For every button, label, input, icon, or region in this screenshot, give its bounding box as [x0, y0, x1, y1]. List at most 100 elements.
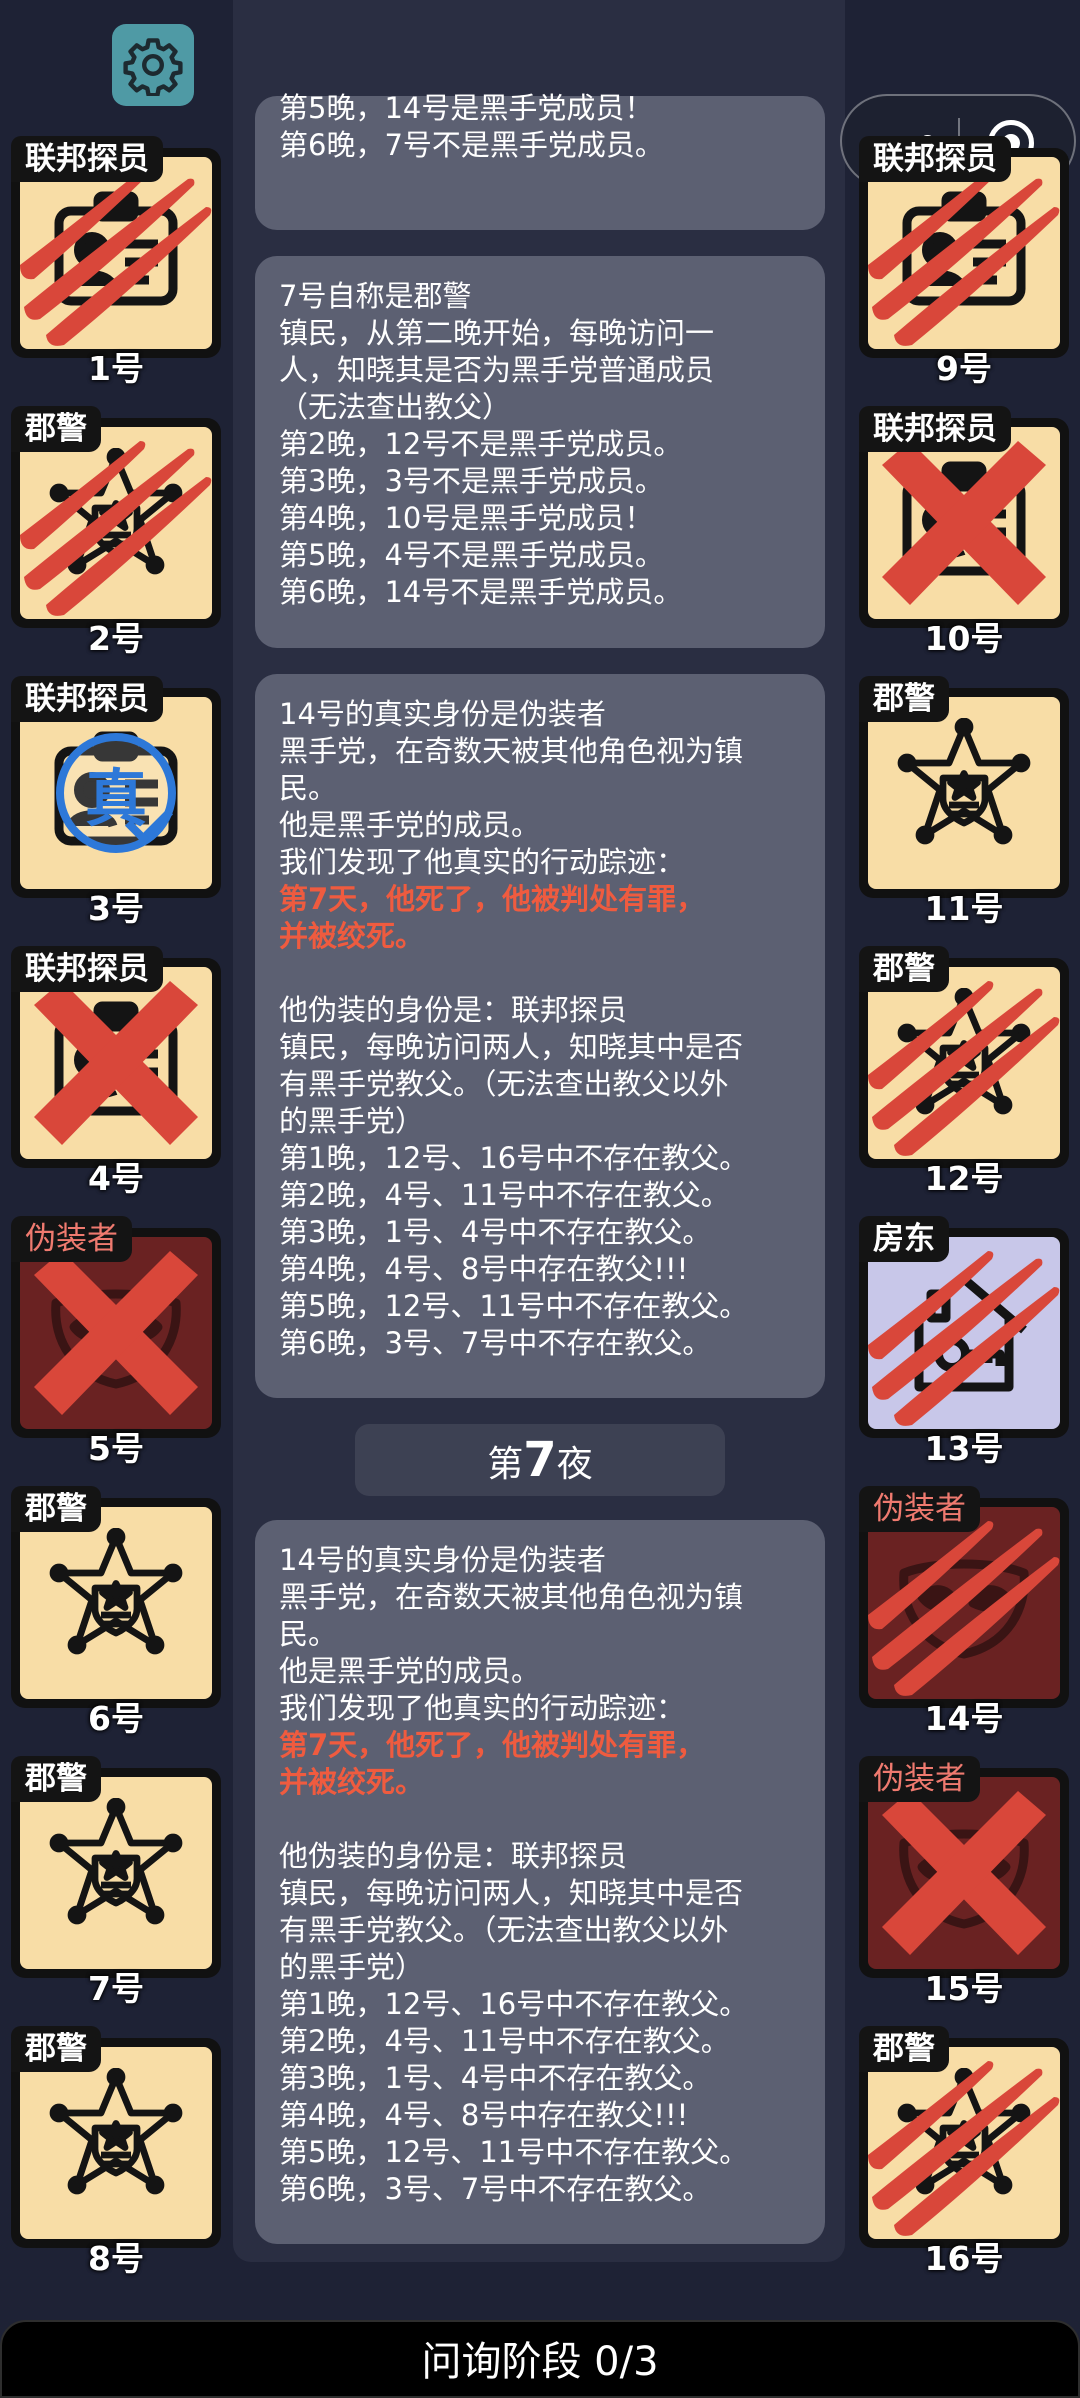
- claw-slash-mark: [868, 1521, 1060, 1696]
- player-portrait: [20, 967, 212, 1159]
- player-portrait: [868, 967, 1060, 1159]
- role-label: 郡警: [859, 2026, 949, 2072]
- player-card[interactable]: 伪装者 14号: [859, 1486, 1069, 1738]
- player-portrait: [20, 1237, 212, 1429]
- log-line: 黑手党，在奇数天被其他角色视为镇: [279, 1580, 744, 1614]
- player-portrait: [20, 1507, 212, 1699]
- log-line: 第6晚，3号、7号中不存在教父。: [279, 2172, 712, 2206]
- log-line: 他伪装的身份是：联邦探员: [279, 1839, 628, 1873]
- log-line: 他是黑手党的成员。: [279, 1654, 541, 1688]
- player-card[interactable]: 房东 13号: [859, 1216, 1069, 1468]
- log-entry-reveal: 14号的真实身份是伪装者 黑手党，在奇数天被其他角色视为镇 民。 他是黑手党的成员。我…: [255, 1520, 825, 2244]
- player-card[interactable]: 郡警 12号: [859, 946, 1069, 1198]
- log-line: 民。: [279, 771, 338, 805]
- player-number: 5号: [88, 1429, 144, 1468]
- player-card[interactable]: 郡警 8号: [11, 2026, 221, 2278]
- player-number: 9号: [936, 349, 992, 388]
- player-number: 3号: [88, 889, 144, 928]
- role-label: 郡警: [11, 1486, 101, 1532]
- player-number: 16号: [924, 2239, 1004, 2278]
- role-label: 伪装者: [859, 1486, 980, 1532]
- player-card[interactable]: 真 联邦探员 3号: [11, 676, 221, 928]
- log-line: 第4晚，4号、8号中存在教父!!!: [279, 2098, 689, 2132]
- dead-x-mark: [34, 981, 198, 1145]
- log-line: 人，知晓其是否为黑手党普通成员: [279, 353, 715, 387]
- log-line: 第5晚，12号、11号中不存在教父。: [279, 1289, 749, 1323]
- player-card[interactable]: 郡警 2号: [11, 406, 221, 658]
- role-label: 联邦探员: [11, 676, 163, 722]
- verified-stamp: 真: [56, 733, 176, 853]
- player-number: 14号: [924, 1699, 1004, 1738]
- log-line: 第3晚，3号不是黑手党成员。: [279, 464, 664, 498]
- player-card[interactable]: 联邦探员 9号: [859, 136, 1069, 388]
- player-card[interactable]: 郡警 16号: [859, 2026, 1069, 2278]
- player-number: 12号: [924, 1159, 1004, 1198]
- player-card[interactable]: 联邦探员 4号: [11, 946, 221, 1198]
- night-divider: 第7夜: [355, 1424, 725, 1496]
- sheriff-star-icon: [889, 717, 1039, 868]
- log-line: 第2晚，4号、11号中不存在教父。: [279, 2024, 730, 2058]
- log-line: 他伪装的身份是：联邦探员: [279, 993, 628, 1027]
- player-portrait: [20, 427, 212, 619]
- log-line: 他是黑手党的成员。: [279, 808, 541, 842]
- log-line: 有黑手党教父。（无法查出教父以外: [279, 1067, 729, 1101]
- claw-slash-mark: [868, 2061, 1060, 2236]
- sheriff-star-icon: [41, 2067, 191, 2218]
- player-portrait: [20, 2047, 212, 2239]
- dead-x-mark: [882, 441, 1046, 605]
- settings-button[interactable]: [112, 24, 194, 106]
- sheriff-star-icon: [41, 1797, 191, 1948]
- night-prefix: 第: [487, 1444, 524, 1485]
- player-card[interactable]: 伪装者 5号: [11, 1216, 221, 1468]
- log-line: 第5晚，4号不是黑手党成员。: [279, 538, 664, 572]
- phase-bar[interactable]: 问询阶段 0/3: [0, 2320, 1080, 2398]
- player-number: 11号: [924, 889, 1004, 928]
- player-portrait: [868, 1777, 1060, 1969]
- role-label: 房东: [859, 1216, 949, 1262]
- player-card[interactable]: 郡警 6号: [11, 1486, 221, 1738]
- player-portrait: [20, 157, 212, 349]
- log-line: 我们发现了他真实的行动踪迹：: [279, 845, 686, 879]
- phase-label: 问询阶段 0/3: [421, 2339, 659, 2385]
- player-card[interactable]: 联邦探员 10号: [859, 406, 1069, 658]
- role-label: 联邦探员: [11, 946, 163, 992]
- role-label: 伪装者: [11, 1216, 132, 1262]
- role-label: 联邦探员: [11, 136, 163, 182]
- role-label: 郡警: [859, 946, 949, 992]
- player-card[interactable]: 联邦探员 1号: [11, 136, 221, 388]
- player-portrait: [868, 157, 1060, 349]
- log-line: 的黑手党）: [279, 1950, 425, 1984]
- player-number: 8号: [88, 2239, 144, 2278]
- role-label: 联邦探员: [859, 406, 1011, 452]
- player-portrait: [868, 427, 1060, 619]
- player-number: 6号: [88, 1699, 144, 1738]
- dead-x-mark: [34, 1251, 198, 1415]
- log-line: 第2晚，12号不是黑手党成员。: [279, 427, 683, 461]
- log-line: 第6晚，3号、7号中不存在教父。: [279, 1326, 712, 1360]
- claw-slash-mark: [20, 171, 212, 346]
- log-line: 14号的真实身份是伪装者: [279, 697, 606, 731]
- player-number: 4号: [88, 1159, 144, 1198]
- log-line: 的黑手党）: [279, 1104, 425, 1138]
- player-number: 10号: [924, 619, 1004, 658]
- log-line: 14号的真实身份是伪装者: [279, 1543, 606, 1577]
- night-number: 7: [523, 1432, 557, 1488]
- log-line: 我们发现了他真实的行动踪迹：: [279, 1691, 686, 1725]
- log-line: 第3晚，1号、4号中不存在教父。: [279, 2061, 712, 2095]
- player-card[interactable]: 伪装者 15号: [859, 1756, 1069, 2008]
- log-line: 并被绞死。: [279, 919, 425, 953]
- log-line: 镇民，每晚访问两人，知晓其中是否: [279, 1876, 744, 1910]
- log-line: （无法查出教父）: [279, 390, 512, 424]
- log-line: 第5晚，12号、11号中不存在教父。: [279, 2135, 749, 2169]
- log-line: 第1晚，12号、16号中不存在教父。: [279, 1987, 749, 2021]
- log-line: 第7天，他死了，他被判处有罪，: [279, 882, 706, 916]
- player-card[interactable]: 郡警 11号: [859, 676, 1069, 928]
- claw-slash-mark: [868, 171, 1060, 346]
- claw-slash-mark: [868, 981, 1060, 1156]
- role-label: 联邦探员: [859, 136, 1011, 182]
- role-label: 伪装者: [859, 1756, 980, 1802]
- player-number: 1号: [88, 349, 144, 388]
- player-number: 7号: [88, 1969, 144, 2008]
- player-card[interactable]: 郡警 7号: [11, 1756, 221, 2008]
- log-line: 第3晚，1号、4号中不存在教父。: [279, 1215, 712, 1249]
